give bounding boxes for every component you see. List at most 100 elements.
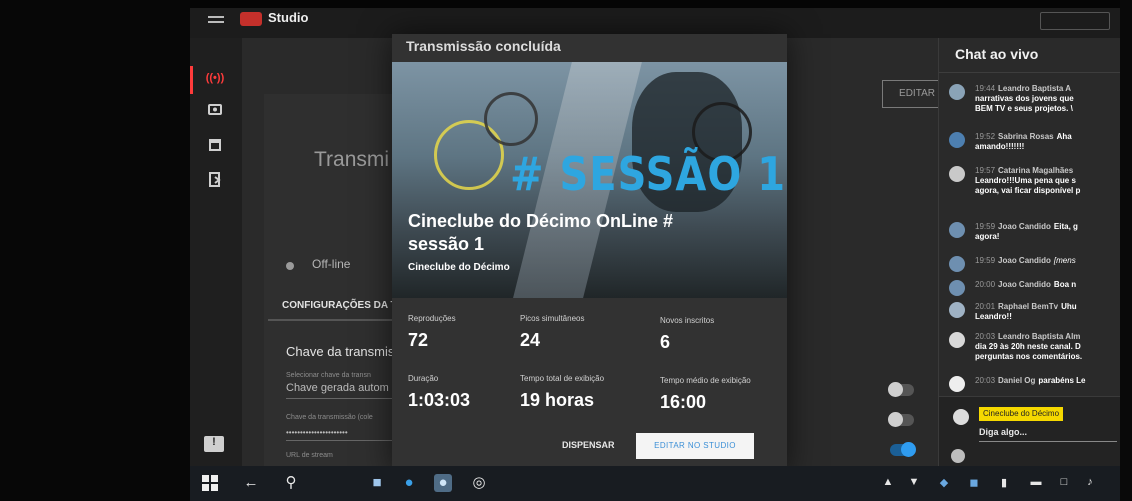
calendar-icon[interactable] <box>204 138 226 158</box>
message-text: Eita, g <box>1053 222 1078 231</box>
live-chat-panel: Chat ao vivo 19:44 Leandro Baptista Anarr… <box>938 38 1120 466</box>
message-time: 19:52 <box>975 132 996 141</box>
message-author: Sabrina Rosas <box>998 132 1054 141</box>
message-time: 19:44 <box>975 84 996 93</box>
toggle-1[interactable] <box>888 382 914 397</box>
tray-network-icon[interactable]: □ <box>1058 476 1070 490</box>
message-time: 19:59 <box>975 256 996 265</box>
message-text: narrativas dos jovens que <box>975 94 1074 103</box>
monitor-bezel-right <box>1120 0 1132 501</box>
search-icon[interactable]: ⚲ <box>282 474 300 492</box>
select-key-underline <box>286 398 396 399</box>
stat-value: 19 horas <box>520 390 595 410</box>
tray-folder-icon[interactable]: ▬ <box>1030 476 1042 490</box>
avatar <box>949 332 965 348</box>
message-text: BEM TV e seus projetos. \ <box>975 104 1073 113</box>
video-thumbnail: # SESSÃO 1 Cineclube do Décimo OnLine # … <box>392 62 787 298</box>
avatar <box>949 132 965 148</box>
edit-in-studio-button[interactable]: EDITAR NO STUDIO <box>636 433 754 459</box>
exit-icon[interactable] <box>204 172 226 192</box>
avatar <box>949 166 965 182</box>
stat-label: Reproduções <box>408 314 456 323</box>
message-author: Daniel Og <box>998 376 1036 385</box>
message-text: parabéns Le <box>1038 376 1086 385</box>
back-arrow-icon[interactable]: ← <box>242 474 260 492</box>
task-view-icon[interactable]: ■ <box>368 474 386 492</box>
message-time: 19:57 <box>975 166 996 175</box>
thumbnail-bike-wheel <box>484 92 538 146</box>
stat-label: Duração <box>408 374 439 383</box>
emoji-icon[interactable] <box>951 449 965 463</box>
stat-label: Novos inscritos <box>660 316 715 325</box>
stat-value: 6 <box>660 332 671 352</box>
stat-label: Tempo médio de exibição <box>660 376 751 385</box>
message-text: Leandro!!!Uma pena que s <box>975 176 1076 185</box>
thumbnail-hashtag: # SESSÃO 1 <box>510 148 787 202</box>
channel-name: Cineclube do Décimo <box>408 262 510 273</box>
feedback-icon[interactable]: ! <box>204 436 224 452</box>
live-icon[interactable]: ((•)) <box>204 72 226 92</box>
message-text: [mens <box>1053 256 1076 265</box>
tray-shield-icon[interactable]: ◼ <box>968 476 980 490</box>
stream-key-heading: Chave da transmissã <box>286 344 409 359</box>
message-text: Leandro!! <box>975 312 1012 321</box>
avatar <box>949 222 965 238</box>
toggle-2[interactable] <box>888 412 914 427</box>
obs-icon[interactable]: ◎ <box>470 474 488 492</box>
menu-icon[interactable] <box>208 16 224 18</box>
message-time: 20:01 <box>975 302 996 311</box>
page-title: Transmi <box>314 148 390 171</box>
message-author: Joao Candido <box>998 222 1051 231</box>
video-title-line: sessão 1 <box>408 234 485 254</box>
stream-complete-dialog: Transmissão concluída # SESSÃO 1 Cineclu… <box>392 34 787 466</box>
stat-value: 16:00 <box>660 392 707 412</box>
chrome-icon[interactable]: ● <box>434 474 452 492</box>
stream-key-field[interactable]: •••••••••••••••••••••• <box>286 428 348 437</box>
message-author: Joao Candido <box>998 256 1051 265</box>
chat-title: Chat ao vivo <box>955 46 1039 62</box>
windows-start-icon[interactable] <box>202 475 218 491</box>
message-time: 19:59 <box>975 222 996 231</box>
avatar <box>949 302 965 318</box>
stat-label: Tempo total de exibição <box>520 374 605 383</box>
message-author: Leandro Baptista Alm <box>998 332 1081 341</box>
stream-url-label: URL de stream <box>286 452 333 459</box>
top-search-box[interactable] <box>1040 12 1110 30</box>
stat-value: 72 <box>408 330 429 350</box>
message-text: Aha <box>1056 132 1072 141</box>
message-time: 20:03 <box>975 332 996 341</box>
message-author: Leandro Baptista A <box>998 84 1072 93</box>
tray-chevron-icon[interactable]: ▲ <box>882 476 894 490</box>
divider <box>939 72 1120 73</box>
message-author: Raphael BemTv <box>998 302 1059 311</box>
message-text: amando!!!!!!! <box>975 142 1025 151</box>
chat-input[interactable]: Diga algo... <box>979 427 1027 437</box>
chat-input-area: Cineclube do Décimo Diga algo... <box>939 396 1120 466</box>
tab-settings[interactable]: CONFIGURAÇÕES DA T <box>282 300 397 311</box>
dismiss-button[interactable]: DISPENSAR <box>562 440 615 450</box>
message-text: perguntas nos comentários. <box>975 352 1083 361</box>
video-title-line: Cineclube do Décimo OnLine # <box>408 211 674 231</box>
avatar <box>949 256 965 272</box>
select-key-dropdown[interactable]: Chave gerada autom <box>286 382 389 394</box>
camera-icon[interactable] <box>204 102 226 122</box>
message-author: Catarina Magalhães <box>998 166 1074 175</box>
tray-app-icon[interactable]: ◆ <box>938 476 950 490</box>
message-text: Uhu <box>1061 302 1077 311</box>
stream-status: Off-line <box>312 257 351 271</box>
message-time: 20:03 <box>975 376 996 385</box>
stat-value: 1:03:03 <box>408 390 471 410</box>
message-text: agora! <box>975 232 1000 241</box>
message-text: dia 29 às 20h neste canal. D <box>975 342 1081 351</box>
tray-battery-icon[interactable]: ▮ <box>998 476 1010 490</box>
nav-active-indicator <box>190 66 193 94</box>
tab-underline <box>268 319 398 321</box>
edge-icon[interactable]: ● <box>400 474 418 492</box>
message-author: Joao Candido <box>998 280 1051 289</box>
toggle-3[interactable] <box>890 442 916 457</box>
avatar <box>949 280 965 296</box>
left-nav: ((•)) ! <box>190 38 242 466</box>
tray-volume-icon[interactable]: ♪ <box>1084 476 1096 490</box>
monitor-bezel-left <box>0 0 190 501</box>
tray-usb-icon[interactable]: ▼ <box>908 476 920 490</box>
